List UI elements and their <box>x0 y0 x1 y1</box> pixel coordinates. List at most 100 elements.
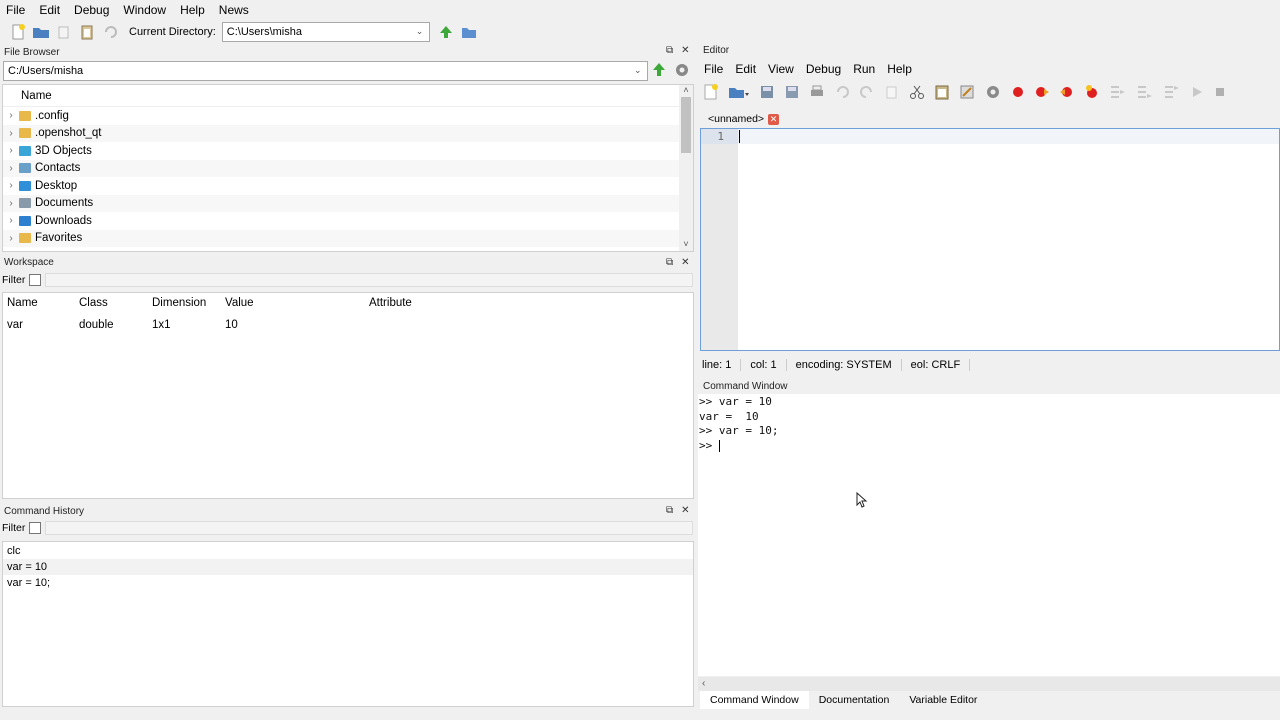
step-in-icon[interactable] <box>1136 84 1154 103</box>
step-icon[interactable] <box>1109 84 1127 103</box>
command-window-hscrollbar[interactable]: ‹ <box>698 677 1280 691</box>
editor-tab[interactable]: <unnamed> ✕ <box>704 111 784 127</box>
ws-col-class[interactable]: Class <box>75 297 148 309</box>
ws-col-attribute[interactable]: Attribute <box>365 297 565 309</box>
new-file-icon[interactable] <box>8 22 28 42</box>
tab-command-window[interactable]: Command Window <box>700 691 809 709</box>
expand-chevron-icon[interactable]: › <box>3 233 19 244</box>
list-item[interactable]: clc <box>3 543 693 559</box>
close-icon[interactable]: ✕ <box>681 505 689 516</box>
paste-icon[interactable] <box>934 84 950 103</box>
scroll-left-icon[interactable]: ‹ <box>698 678 705 689</box>
redo-icon[interactable] <box>859 84 875 103</box>
command-window-console[interactable]: >> var = 10 var = 10 >> var = 10; >> <box>698 394 1280 676</box>
history-filter-label: Filter <box>2 522 26 534</box>
scrollbar-thumb[interactable] <box>681 97 691 153</box>
chevron-down-icon[interactable]: ⌄ <box>634 65 644 77</box>
list-item[interactable]: var = 10; <box>3 575 693 591</box>
chevron-down-icon[interactable]: ⌄ <box>416 26 426 38</box>
cut-icon[interactable] <box>909 84 925 103</box>
console-line: var = 10 <box>699 409 759 423</box>
expand-chevron-icon[interactable]: › <box>3 180 19 191</box>
tree-item[interactable]: › Downloads <box>3 212 693 230</box>
close-icon[interactable]: ✕ <box>681 257 689 268</box>
up-directory-icon[interactable] <box>652 62 666 81</box>
editor-menu-debug[interactable]: Debug <box>806 62 841 76</box>
ws-col-value[interactable]: Value <box>221 297 365 309</box>
tree-item[interactable]: › .openshot_qt <box>3 124 693 142</box>
list-item[interactable]: var = 10 <box>3 559 693 575</box>
expand-chevron-icon[interactable]: › <box>3 110 19 121</box>
save-icon[interactable] <box>759 84 775 103</box>
menu-help[interactable]: Help <box>180 3 205 17</box>
tree-item[interactable]: › Documents <box>3 194 693 212</box>
up-directory-icon[interactable] <box>436 22 456 42</box>
tab-variable-editor[interactable]: Variable Editor <box>899 691 987 709</box>
editor-menu-file[interactable]: File <box>704 62 723 76</box>
tree-item[interactable]: › .config <box>3 107 693 125</box>
tree-item[interactable]: › Favorites <box>3 229 693 247</box>
tree-item[interactable]: › Desktop <box>3 177 693 195</box>
file-browser-column-header[interactable]: Name <box>3 85 693 107</box>
editor-menu-help[interactable]: Help <box>887 62 912 76</box>
undock-icon[interactable]: ⧉ <box>666 45 673 56</box>
settings-icon[interactable] <box>984 83 1002 104</box>
history-filter-input[interactable] <box>45 521 694 535</box>
file-browser-path-combo[interactable]: C:/Users/misha ⌄ <box>3 61 648 81</box>
toggle-breakpoint-icon[interactable] <box>1011 85 1025 102</box>
next-breakpoint-icon[interactable] <box>1034 85 1050 102</box>
workspace-filter-input[interactable] <box>45 273 694 287</box>
scroll-down-icon[interactable]: ˅ <box>679 239 693 249</box>
ws-col-dimension[interactable]: Dimension <box>148 297 221 309</box>
tree-item[interactable]: › Contacts <box>3 159 693 177</box>
copy-icon[interactable] <box>54 22 74 42</box>
scroll-up-icon[interactable]: ˄ <box>679 85 693 95</box>
menu-file[interactable]: File <box>6 3 25 17</box>
open-folder-icon[interactable] <box>31 22 51 42</box>
column-name: Name <box>21 89 52 102</box>
ws-col-name[interactable]: Name <box>3 297 75 309</box>
tree-item[interactable]: › 3D Objects <box>3 142 693 160</box>
editor-text-area[interactable]: 1 <box>700 128 1280 351</box>
menu-window[interactable]: Window <box>123 3 166 17</box>
open-folder-icon[interactable] <box>728 84 750 103</box>
menu-news[interactable]: News <box>219 3 249 17</box>
new-file-icon[interactable] <box>703 83 719 103</box>
file-browser-scrollbar[interactable]: ˄ ˅ <box>679 85 693 251</box>
paste-icon[interactable] <box>77 22 97 42</box>
expand-chevron-icon[interactable]: › <box>3 145 19 156</box>
stop-icon[interactable] <box>1213 85 1227 102</box>
undo-icon[interactable] <box>100 22 120 42</box>
close-tab-icon[interactable]: ✕ <box>768 113 780 125</box>
current-directory-combo[interactable]: C:\Users\misha ⌄ <box>221 22 430 42</box>
history-filter-checkbox[interactable] <box>29 522 42 534</box>
step-out-icon[interactable] <box>1163 84 1181 103</box>
expand-chevron-icon[interactable]: › <box>3 215 19 226</box>
undock-icon[interactable]: ⧉ <box>666 257 673 268</box>
tree-item-label: Desktop <box>35 179 78 192</box>
undock-icon[interactable]: ⧉ <box>666 505 673 516</box>
editor-menu-run[interactable]: Run <box>853 62 875 76</box>
previous-breakpoint-icon[interactable] <box>1059 85 1075 102</box>
browse-folder-icon[interactable] <box>459 22 479 42</box>
print-icon[interactable] <box>809 84 825 103</box>
expand-chevron-icon[interactable]: › <box>3 163 19 174</box>
menu-edit[interactable]: Edit <box>39 3 60 17</box>
save-as-icon[interactable] <box>784 84 800 103</box>
tab-documentation[interactable]: Documentation <box>809 691 900 709</box>
expand-chevron-icon[interactable]: › <box>3 128 19 139</box>
expand-chevron-icon[interactable]: › <box>3 198 19 209</box>
workspace-filter-checkbox[interactable] <box>29 274 42 286</box>
editor-menu-view[interactable]: View <box>768 62 794 76</box>
close-icon[interactable]: ✕ <box>681 45 689 56</box>
undo-icon[interactable] <box>834 84 850 103</box>
edit-icon[interactable] <box>959 84 975 103</box>
remove-breakpoints-icon[interactable] <box>1084 84 1100 103</box>
gear-icon[interactable] <box>673 61 691 82</box>
editor-title: Editor <box>703 45 730 56</box>
copy-icon[interactable] <box>884 84 900 103</box>
table-row[interactable]: var double 1x1 10 <box>3 315 693 335</box>
menu-debug[interactable]: Debug <box>74 3 109 17</box>
editor-menu-edit[interactable]: Edit <box>735 62 756 76</box>
run-icon[interactable] <box>1190 85 1204 102</box>
